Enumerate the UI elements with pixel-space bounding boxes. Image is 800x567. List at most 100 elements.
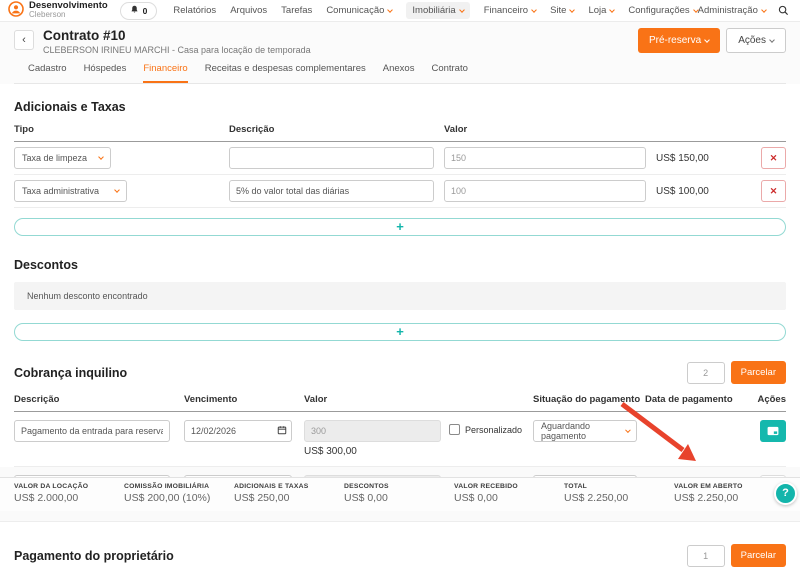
- personalizado-label: Personalizado: [465, 425, 522, 435]
- fee-value-formatted: US$ 150,00: [656, 153, 748, 164]
- nav-arquivos[interactable]: Arquivos: [230, 5, 267, 16]
- tenant-table-header: Descrição Vencimento Valor Situação do p…: [14, 394, 786, 412]
- nav-tarefas[interactable]: Tarefas: [281, 5, 312, 16]
- tenant-col-acoes: Ações: [757, 394, 786, 405]
- fee-row: Taxa administrativa US$ 100,00 ✕: [14, 175, 786, 208]
- delete-fee-button[interactable]: ✕: [761, 147, 786, 169]
- notification-count: 0: [143, 6, 148, 16]
- fees-col-tipo: Tipo: [14, 124, 229, 135]
- tab-receitas-despesas[interactable]: Receitas e despesas complementares: [205, 63, 366, 83]
- chevron-down-icon: [388, 7, 394, 13]
- chevron-down-icon: [769, 37, 775, 43]
- fee-type-select[interactable]: Taxa administrativa: [14, 180, 127, 202]
- chevron-down-icon: [570, 7, 576, 13]
- discounts-empty-message: Nenhum desconto encontrado: [14, 282, 786, 310]
- fees-col-valor: Valor: [444, 124, 656, 135]
- payment-status-select[interactable]: Aguardando pagamento: [533, 420, 637, 442]
- installment-value-formatted: US$ 300,00: [304, 446, 449, 457]
- delete-icon: ✕: [770, 153, 778, 163]
- actions-button[interactable]: Ações: [726, 28, 786, 53]
- plus-icon: +: [396, 219, 404, 234]
- fee-type-select[interactable]: Taxa de limpeza: [14, 147, 111, 169]
- page-header: ‹ Contrato #10 CLEBERSON IRINEU MARCHI -…: [0, 22, 800, 84]
- nav-configuracoes[interactable]: Configurações: [628, 5, 697, 16]
- contract-tabs: Cadastro Hóspedes Financeiro Receitas e …: [14, 55, 786, 84]
- plus-icon: +: [396, 324, 404, 339]
- fees-col-descricao: Descrição: [229, 124, 444, 135]
- chevron-down-icon: [459, 7, 465, 13]
- help-button[interactable]: ?: [774, 482, 797, 505]
- tenant-installments-input[interactable]: [687, 362, 725, 384]
- fee-value-formatted: US$ 100,00: [656, 186, 748, 197]
- installment-value-input: [304, 420, 441, 442]
- chevron-down-icon: [625, 427, 630, 432]
- search-icon[interactable]: [778, 5, 789, 16]
- fee-row: Taxa de limpeza US$ 150,00 ✕: [14, 142, 786, 175]
- nav-comunicacao[interactable]: Comunicação: [326, 5, 392, 16]
- top-navigation-bar: Desenvolvimento Cleberson 0 Relatórios A…: [0, 0, 800, 22]
- chevron-down-icon: [98, 154, 104, 160]
- tab-anexos[interactable]: Anexos: [383, 63, 415, 83]
- calendar-icon: [277, 425, 287, 435]
- prereserve-button[interactable]: Pré-reserva: [638, 28, 720, 53]
- fees-section-title: Adicionais e Taxas: [14, 100, 786, 114]
- payment-icon: [767, 426, 779, 436]
- brand-user: Cleberson: [29, 11, 108, 19]
- tenant-col-descricao: Descrição: [14, 394, 184, 405]
- bell-icon: [130, 5, 139, 17]
- owner-payment-title: Pagamento do proprietário: [14, 549, 174, 563]
- fee-value-input[interactable]: [444, 180, 646, 202]
- installment-description-input[interactable]: [14, 420, 170, 442]
- due-date-field[interactable]: [184, 420, 292, 442]
- personalizado-checkbox[interactable]: [449, 424, 460, 435]
- chevron-down-icon: [531, 7, 537, 13]
- tab-financeiro[interactable]: Financeiro: [143, 63, 187, 83]
- summary-valor-recebido: VALOR RECEBIDO US$ 0,00: [454, 483, 564, 511]
- tenant-parcelar-button[interactable]: Parcelar: [731, 361, 786, 384]
- tenant-col-valor: Valor: [304, 394, 449, 405]
- page-title: Contrato #10: [43, 28, 311, 43]
- tenant-col-vencimento: Vencimento: [184, 394, 304, 405]
- avatar-icon: [8, 1, 24, 20]
- financial-summary-bar: VALOR DA LOCAÇÃO US$ 2.000,00 COMISSÃO I…: [0, 477, 800, 511]
- nav-site[interactable]: Site: [550, 5, 574, 16]
- register-payment-button[interactable]: [760, 420, 786, 442]
- page-subtitle: CLEBERSON IRINEU MARCHI - Casa para loca…: [43, 45, 311, 55]
- add-discount-button[interactable]: +: [14, 323, 786, 341]
- tab-hospedes[interactable]: Hóspedes: [84, 63, 127, 83]
- summary-adicionais: ADICIONAIS E TAXAS US$ 250,00: [234, 483, 344, 511]
- add-fee-button[interactable]: +: [14, 218, 786, 236]
- back-button[interactable]: ‹: [14, 30, 34, 50]
- owner-installments-input[interactable]: [687, 545, 725, 567]
- nav-administracao[interactable]: Administração: [698, 5, 766, 16]
- fee-description-input[interactable]: [229, 180, 434, 202]
- fee-value-input[interactable]: [444, 147, 646, 169]
- summary-valor-em-aberto: VALOR EM ABERTO US$ 2.250,00: [674, 483, 784, 511]
- notifications-button[interactable]: 0: [120, 2, 158, 20]
- tab-cadastro[interactable]: Cadastro: [28, 63, 67, 83]
- owner-parcelar-button[interactable]: Parcelar: [731, 544, 786, 567]
- chevron-down-icon: [610, 7, 616, 13]
- delete-icon: ✕: [770, 186, 778, 196]
- tenant-billing-title: Cobrança inquilino: [14, 366, 127, 380]
- chevron-down-icon: [704, 37, 710, 43]
- chevron-down-icon: [114, 187, 120, 193]
- delete-fee-button[interactable]: ✕: [761, 180, 786, 202]
- nav-financeiro[interactable]: Financeiro: [484, 5, 536, 16]
- brand[interactable]: Desenvolvimento Cleberson: [8, 1, 108, 20]
- tenant-col-situacao: Situação do pagamento: [533, 394, 645, 405]
- tenant-billing-row: US$ 300,00 Personalizado Aguardando paga…: [14, 412, 786, 467]
- due-date-input[interactable]: [184, 420, 292, 442]
- fees-table-header: Tipo Descrição Valor: [14, 124, 786, 142]
- nav-loja[interactable]: Loja: [588, 5, 614, 16]
- summary-valor-locacao: VALOR DA LOCAÇÃO US$ 2.000,00: [14, 483, 124, 511]
- discounts-section-title: Descontos: [14, 258, 786, 272]
- tenant-col-data: Data de pagamento: [645, 394, 757, 405]
- nav-imobiliaria[interactable]: Imobiliária: [406, 2, 469, 19]
- fee-description-input[interactable]: [229, 147, 434, 169]
- tab-contrato[interactable]: Contrato: [431, 63, 467, 83]
- summary-comissao: COMISSÃO IMOBILIÁRIA US$ 200,00 (10%): [124, 483, 234, 511]
- nav-relatorios[interactable]: Relatórios: [173, 5, 216, 16]
- main-nav: Relatórios Arquivos Tarefas Comunicação …: [173, 2, 697, 19]
- summary-total: TOTAL US$ 2.250,00: [564, 483, 674, 511]
